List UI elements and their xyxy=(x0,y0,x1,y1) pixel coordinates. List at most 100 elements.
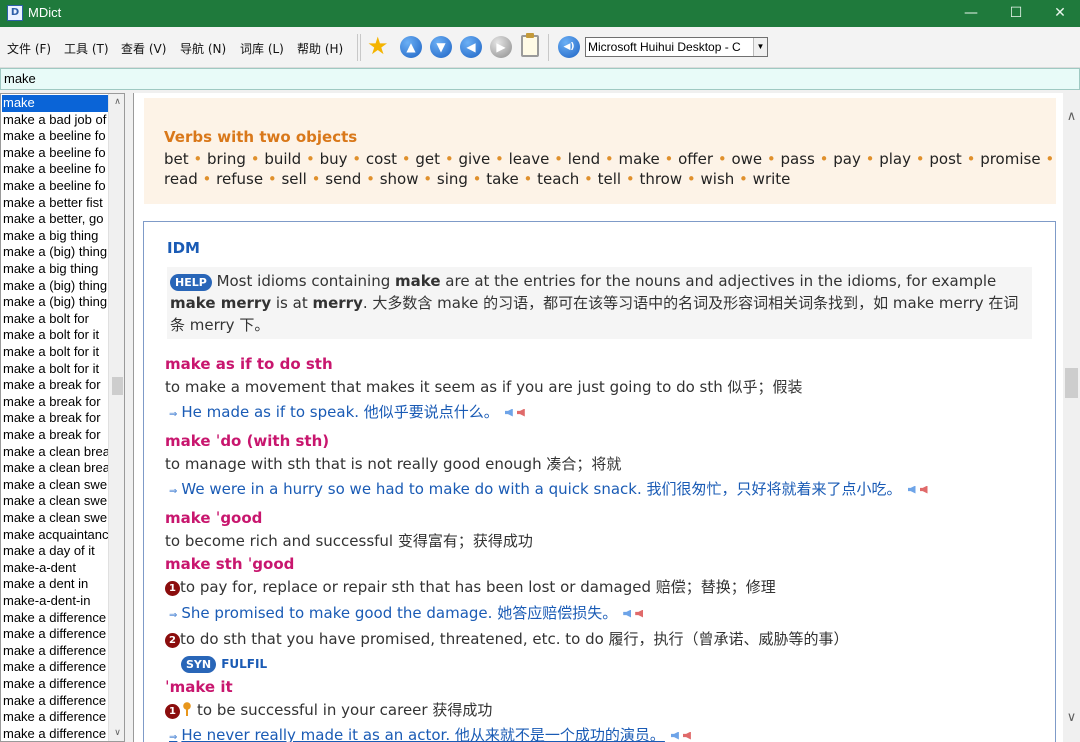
verb-link[interactable]: bring xyxy=(207,150,246,168)
word-list-item[interactable]: make a difference xyxy=(2,643,108,660)
verb-link[interactable]: build xyxy=(264,150,301,168)
verb-link[interactable]: offer xyxy=(678,150,713,168)
forward-arrow-icon[interactable]: ▶ xyxy=(490,36,512,58)
speaker-us-icon[interactable] xyxy=(919,485,928,494)
word-list-scrollbar[interactable]: ∧ ∨ xyxy=(108,94,124,741)
word-list-item[interactable]: make a difference xyxy=(2,693,108,710)
word-list-item[interactable]: make a break for xyxy=(2,394,108,411)
minimize-button[interactable]: — xyxy=(948,3,994,23)
verb-link[interactable]: sell xyxy=(281,170,306,188)
synonym-word[interactable]: FULFIL xyxy=(221,657,267,671)
word-list-item[interactable]: make acquaintanc xyxy=(2,527,108,544)
maximize-button[interactable]: ☐ xyxy=(993,3,1039,23)
word-list-item[interactable]: make a difference xyxy=(2,709,108,726)
word-list-item[interactable]: make a break for xyxy=(2,377,108,394)
verb-link[interactable]: post xyxy=(929,150,961,168)
word-list-item[interactable]: make a beeline fo xyxy=(2,161,108,178)
word-list-item[interactable]: make a break for xyxy=(2,427,108,444)
word-list-item[interactable]: make a big thing xyxy=(2,261,108,278)
word-list-item[interactable]: make a better fist xyxy=(2,195,108,212)
verb-link[interactable]: buy xyxy=(320,150,348,168)
scroll-down-icon[interactable]: ∨ xyxy=(109,725,124,741)
scroll-thumb[interactable] xyxy=(112,377,123,395)
verb-link[interactable]: lend xyxy=(568,150,600,168)
verb-link[interactable]: promise xyxy=(980,150,1040,168)
verb-link[interactable]: throw xyxy=(639,170,682,188)
verb-link[interactable]: read xyxy=(164,170,198,188)
verb-link[interactable]: refuse xyxy=(216,170,263,188)
verb-link[interactable]: make xyxy=(619,150,660,168)
verb-link[interactable]: take xyxy=(486,170,518,188)
menu-navigate[interactable]: 导航 (N) xyxy=(180,40,226,57)
word-list-item[interactable]: make a (big) thing xyxy=(2,244,108,261)
chevron-down-icon[interactable]: ▼ xyxy=(753,38,767,56)
voice-select[interactable]: Microsoft Huihui Desktop - C ▼ xyxy=(585,37,768,57)
word-list-item[interactable]: make a bad job of xyxy=(2,112,108,129)
word-list-item[interactable]: make a dent in xyxy=(2,576,108,593)
definition-scrollbar[interactable]: ∧ ∨ xyxy=(1063,93,1080,742)
clipboard-icon[interactable] xyxy=(521,33,539,57)
speaker-uk-icon[interactable] xyxy=(623,609,632,618)
verb-link[interactable]: sing xyxy=(437,170,468,188)
verb-link[interactable]: get xyxy=(415,150,440,168)
verb-link[interactable]: teach xyxy=(537,170,579,188)
speaker-us-icon[interactable] xyxy=(682,731,691,740)
word-list-item[interactable]: make a difference xyxy=(2,659,108,676)
verb-link[interactable]: cost xyxy=(366,150,397,168)
word-list-item[interactable]: make a clean brea xyxy=(2,460,108,477)
search-input[interactable]: make xyxy=(0,68,1080,90)
verb-link[interactable]: show xyxy=(380,170,419,188)
verb-link[interactable]: play xyxy=(879,150,911,168)
word-list-item[interactable]: make a better, go xyxy=(2,211,108,228)
word-list-item[interactable]: make a clean brea xyxy=(2,444,108,461)
word-list-item[interactable]: make a bolt for xyxy=(2,311,108,328)
down-arrow-icon[interactable]: ▼ xyxy=(430,36,452,58)
word-list-item[interactable]: make a clean swe xyxy=(2,477,108,494)
word-list-item[interactable]: make a difference xyxy=(2,626,108,643)
back-arrow-icon[interactable]: ◀ xyxy=(460,36,482,58)
word-list-item[interactable]: make a difference xyxy=(2,676,108,693)
up-arrow-icon[interactable]: ▲ xyxy=(400,36,422,58)
verb-link[interactable]: pass xyxy=(781,150,815,168)
speaker-uk-icon[interactable] xyxy=(670,731,679,740)
speaker-uk-icon[interactable] xyxy=(907,485,916,494)
verb-link[interactable]: tell xyxy=(598,170,621,188)
word-list-item[interactable]: make a big thing xyxy=(2,228,108,245)
word-list-item[interactable]: make a bolt for it xyxy=(2,344,108,361)
scroll-up-icon[interactable]: ∧ xyxy=(1063,109,1080,125)
word-list-item[interactable]: make a clean swe xyxy=(2,493,108,510)
word-list-item[interactable]: make a (big) thing xyxy=(2,278,108,295)
menu-library[interactable]: 词库 (L) xyxy=(240,40,284,57)
word-list-item[interactable]: make a beeline fo xyxy=(2,178,108,195)
verb-link[interactable]: owe xyxy=(731,150,762,168)
verb-link[interactable]: pay xyxy=(833,150,861,168)
word-list-item[interactable]: make a (big) thing xyxy=(2,294,108,311)
verb-link[interactable]: wish xyxy=(701,170,735,188)
word-list-item[interactable]: make a clean swe xyxy=(2,510,108,527)
word-list-item[interactable]: make xyxy=(2,95,108,112)
favorite-star-icon[interactable]: ★ xyxy=(367,33,389,59)
word-list-item[interactable]: make a bolt for it xyxy=(2,327,108,344)
word-list-item[interactable]: make a beeline fo xyxy=(2,145,108,162)
word-list-item[interactable]: make a break for xyxy=(2,410,108,427)
scroll-down-icon[interactable]: ∨ xyxy=(1063,710,1080,726)
word-list-item[interactable]: make-a-dent-in xyxy=(2,593,108,610)
verb-link[interactable]: bet xyxy=(164,150,189,168)
verb-link[interactable]: give xyxy=(458,150,490,168)
word-list-item[interactable]: make a beeline fo xyxy=(2,128,108,145)
scroll-up-icon[interactable]: ∧ xyxy=(109,94,124,110)
menu-view[interactable]: 查看 (V) xyxy=(121,40,166,57)
verb-link[interactable]: write xyxy=(753,170,791,188)
scroll-thumb[interactable] xyxy=(1065,368,1078,398)
pane-splitter[interactable] xyxy=(125,93,133,742)
menu-file[interactable]: 文件 (F) xyxy=(7,40,51,57)
word-list-item[interactable]: make a difference xyxy=(2,726,108,741)
speak-icon[interactable]: ◀) xyxy=(558,36,580,58)
word-list-item[interactable]: make-a-dent xyxy=(2,560,108,577)
close-button[interactable]: ✕ xyxy=(1037,3,1080,23)
menu-tools[interactable]: 工具 (T) xyxy=(64,40,109,57)
word-list-item[interactable]: make a bolt for it xyxy=(2,361,108,378)
word-list-item[interactable]: make a day of it xyxy=(2,543,108,560)
verb-link[interactable]: leave xyxy=(509,150,550,168)
speaker-us-icon[interactable] xyxy=(635,609,644,618)
